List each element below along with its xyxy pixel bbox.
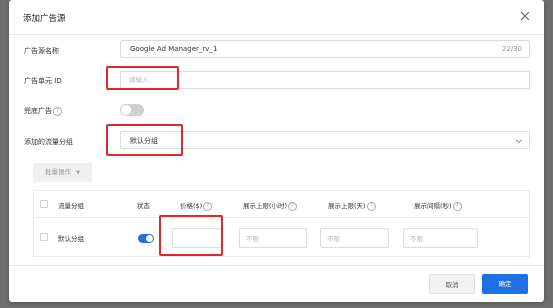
traffic-group-value: 默认分组 [130,137,158,145]
row-group-name: 默认分组 [58,235,84,243]
col-day-cap: 展示上限(天) [328,202,366,210]
source-name-counter: 22/30 [501,45,522,53]
source-name-input[interactable]: Google Ad Manager_rv_1 22/30 [120,40,530,58]
unit-id-field[interactable] [120,71,530,89]
toggle-knob [146,235,153,242]
chevron-down-icon [515,139,523,144]
fallback-ad-label: 兜底广告 [24,107,52,115]
fallback-ad-toggle[interactable] [120,104,144,116]
day-cap-field[interactable] [320,228,389,248]
hour-cap-input[interactable] [246,233,296,244]
dialog-header: 添加广告源 [9,0,544,35]
cancel-button[interactable]: 取消 [429,274,475,294]
col-price: 价格($) [180,202,203,210]
col-day-cap-wrap: 展示上限(天)? [328,200,376,211]
help-icon: ? [203,201,213,211]
traffic-group-label: 添加的流量分组 [24,138,73,146]
source-name-label: 广告源名称 [24,47,59,55]
help-icon: ? [366,201,376,211]
toggle-knob [121,105,131,115]
table-header: 流量分组 状态 价格($)? 展示上限(小时)? 展示上限(天)? 展示间隔(秒… [34,191,529,218]
caret-down-icon: ▼ [76,170,80,176]
traffic-group-table: 流量分组 状态 价格($)? 展示上限(小时)? 展示上限(天)? 展示间隔(秒… [33,190,530,257]
price-field[interactable] [172,228,229,248]
row-checkbox[interactable] [40,233,48,241]
price-input[interactable] [179,233,229,244]
help-icon: ? [53,106,62,116]
interval-input[interactable] [410,233,460,244]
dialog-title: 添加广告源 [23,14,66,24]
traffic-group-select[interactable]: 默认分组 [120,131,530,149]
fallback-ad-label-wrap: 兜底广告? [24,106,62,116]
table-row: 默认分组 [34,218,529,256]
batch-operation-label: 批量操作 [45,168,72,176]
help-icon: ? [452,201,462,211]
dialog-footer: 取消 确定 [9,265,544,302]
unit-id-input[interactable] [129,74,509,86]
hour-cap-field[interactable] [239,228,307,248]
col-interval-wrap: 展示间隔(秒)? [414,200,462,211]
unit-id-label: 广告单元 ID [24,77,62,85]
confirm-button[interactable]: 确定 [482,274,528,294]
day-cap-input[interactable] [327,233,377,244]
add-ad-source-dialog: 添加广告源 广告源名称 Google Ad Manager_rv_1 22/30… [9,0,544,302]
col-price-wrap: 价格($)? [180,200,213,211]
interval-field[interactable] [403,228,478,248]
close-icon[interactable] [518,9,532,23]
col-hour-cap-wrap: 展示上限(小时)? [243,200,298,211]
col-traffic-group: 流量分组 [58,202,84,210]
select-all-checkbox[interactable] [40,200,48,208]
source-name-value: Google Ad Manager_rv_1 [130,45,218,53]
col-interval: 展示间隔(秒) [414,202,452,210]
row-status-toggle[interactable] [138,234,154,243]
help-icon: ? [288,201,298,211]
col-hour-cap: 展示上限(小时) [243,202,288,210]
batch-operation-button[interactable]: 批量操作 ▼ [33,163,92,182]
col-status: 状态 [137,202,150,210]
